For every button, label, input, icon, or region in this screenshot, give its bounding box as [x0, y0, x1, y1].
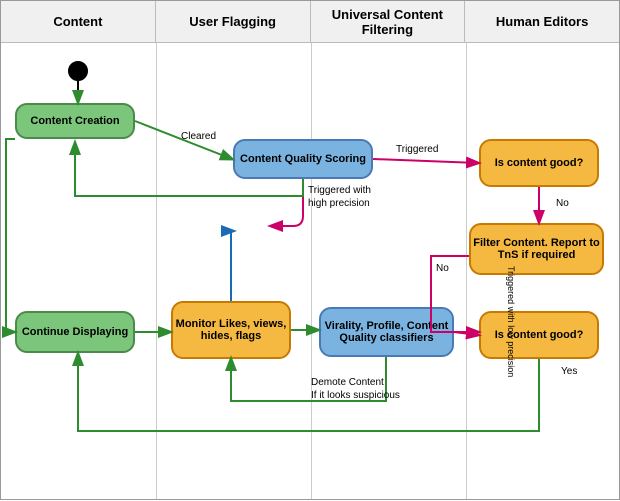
monitor-likes-node: Monitor Likes, views, hides, flags [171, 301, 291, 359]
header-ucf: Universal Content Filtering [311, 1, 466, 42]
is-content-good-1-node: Is content good? [479, 139, 599, 187]
start-node [68, 61, 88, 81]
label-no-1: No [556, 198, 569, 209]
col-divider-1 [156, 43, 157, 499]
label-cleared: Cleared [181, 131, 216, 142]
virality-profile-node: Virality, Profile, Content Quality class… [319, 307, 454, 357]
content-creation-node: Content Creation [15, 103, 135, 139]
label-no-2: No [436, 263, 449, 274]
column-headers: Content User Flagging Universal Content … [1, 1, 619, 43]
header-user-flagging: User Flagging [156, 1, 311, 42]
content-quality-scoring-node: Content Quality Scoring [233, 139, 373, 179]
col-divider-2 [311, 43, 312, 499]
header-content: Content [1, 1, 156, 42]
label-triggered-low-precision: Triggered with low precision [456, 266, 516, 377]
label-triggered: Triggered [396, 144, 438, 155]
label-yes: Yes [561, 366, 577, 377]
continue-displaying-node: Continue Displaying [15, 311, 135, 353]
label-triggered-high-precision: Triggered with high precision [308, 184, 388, 210]
header-human-editors: Human Editors [465, 1, 619, 42]
label-demote: Demote Content If it looks suspicious [311, 376, 401, 402]
diagram-container: Content User Flagging Universal Content … [0, 0, 620, 500]
